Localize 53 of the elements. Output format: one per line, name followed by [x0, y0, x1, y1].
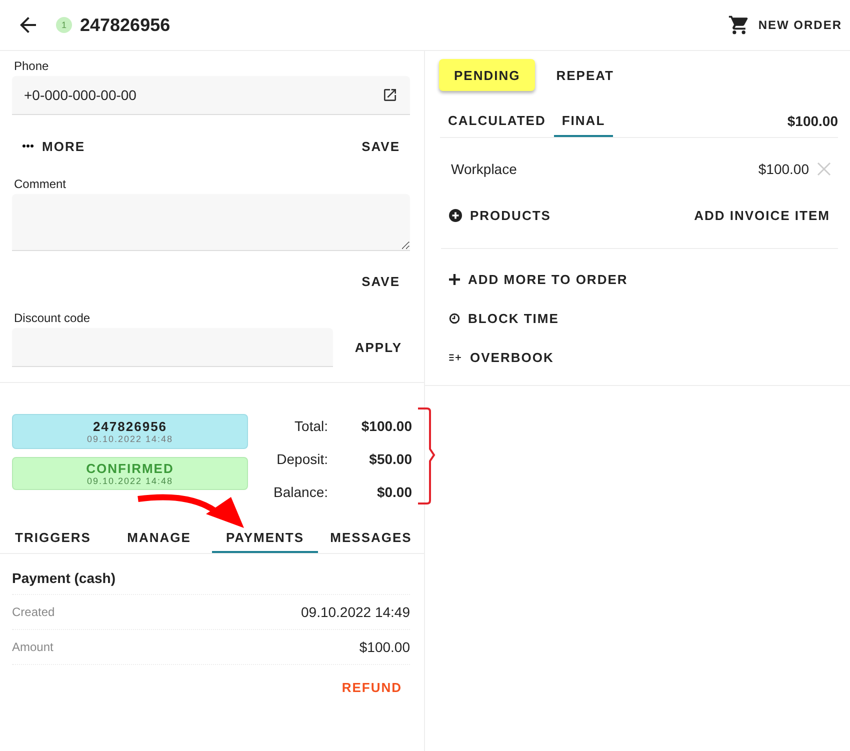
plus-icon — [449, 274, 460, 284]
save-button[interactable]: SAVE — [354, 130, 408, 162]
detail-label: Created — [12, 605, 55, 619]
detail-value: 09.10.2022 14:49 — [301, 604, 410, 620]
item-price: $100.00 — [758, 161, 809, 177]
comment-field[interactable] — [12, 194, 410, 251]
tab[interactable]: FINAL — [554, 105, 614, 137]
products-button[interactable]: PRODUCTS — [441, 199, 559, 231]
tab[interactable]: MESSAGES — [318, 523, 424, 553]
detail-value: $100.00 — [359, 639, 410, 655]
field-label: Phone — [14, 59, 50, 73]
detail-label: Amount — [12, 640, 54, 654]
tab[interactable]: TRIGGERS — [0, 523, 106, 553]
price-total: $100.00 — [787, 113, 838, 129]
plus-circle-icon — [449, 208, 462, 222]
state-button[interactable]: PENDING — [439, 59, 536, 91]
save-button[interactable]: SAVE — [354, 265, 408, 297]
total-label: Deposit: — [276, 450, 328, 466]
field-label: Discount code — [14, 311, 92, 325]
state-button[interactable]: REPEAT — [541, 59, 629, 91]
new-order-button[interactable]: NEW ORDER — [720, 9, 850, 41]
total-value: $0.00 — [376, 484, 412, 500]
status-title: 247826956 — [92, 419, 168, 434]
order-title: 247826956 — [80, 14, 170, 36]
tab[interactable]: CALCULATED — [440, 105, 554, 137]
add-invoice-item-button[interactable]: ADD INVOICE ITEM — [686, 199, 838, 231]
more-icon — [22, 144, 34, 148]
close-icon[interactable] — [817, 162, 831, 176]
tab[interactable]: PAYMENTS — [212, 523, 318, 553]
external-link-icon[interactable] — [382, 87, 398, 103]
discount-code-field[interactable] — [12, 328, 333, 367]
more-button[interactable]: MORE — [14, 130, 93, 162]
field-label: Comment — [14, 177, 68, 191]
action-button[interactable]: OVERBOOK — [441, 341, 562, 373]
total-value: $100.00 — [360, 418, 412, 434]
total-value: $50.00 — [368, 450, 412, 466]
status-time: 09.10.2022 14:48 — [86, 434, 174, 444]
phone-value: +0-000-000-00-00 — [24, 87, 136, 103]
clock-icon — [449, 312, 460, 324]
phone-field[interactable]: +0-000-000-00-00 — [12, 76, 410, 115]
tab[interactable]: MANAGE — [106, 523, 212, 553]
status-title: CONFIRMED — [86, 461, 174, 476]
payment-title: Payment (cash) — [12, 562, 410, 595]
action-button[interactable]: ADD MORE TO ORDER — [441, 263, 636, 295]
item-name: Workplace — [451, 161, 517, 177]
action-button[interactable]: BLOCK TIME — [441, 302, 567, 334]
total-label: Total: — [294, 418, 328, 434]
cart-icon — [728, 14, 750, 36]
apply-button[interactable]: APPLY — [346, 332, 410, 364]
count-badge: 1 — [56, 17, 72, 33]
total-label: Balance: — [272, 484, 328, 500]
list-add-icon — [449, 352, 462, 362]
status-time: 09.10.2022 14:48 — [86, 476, 174, 486]
